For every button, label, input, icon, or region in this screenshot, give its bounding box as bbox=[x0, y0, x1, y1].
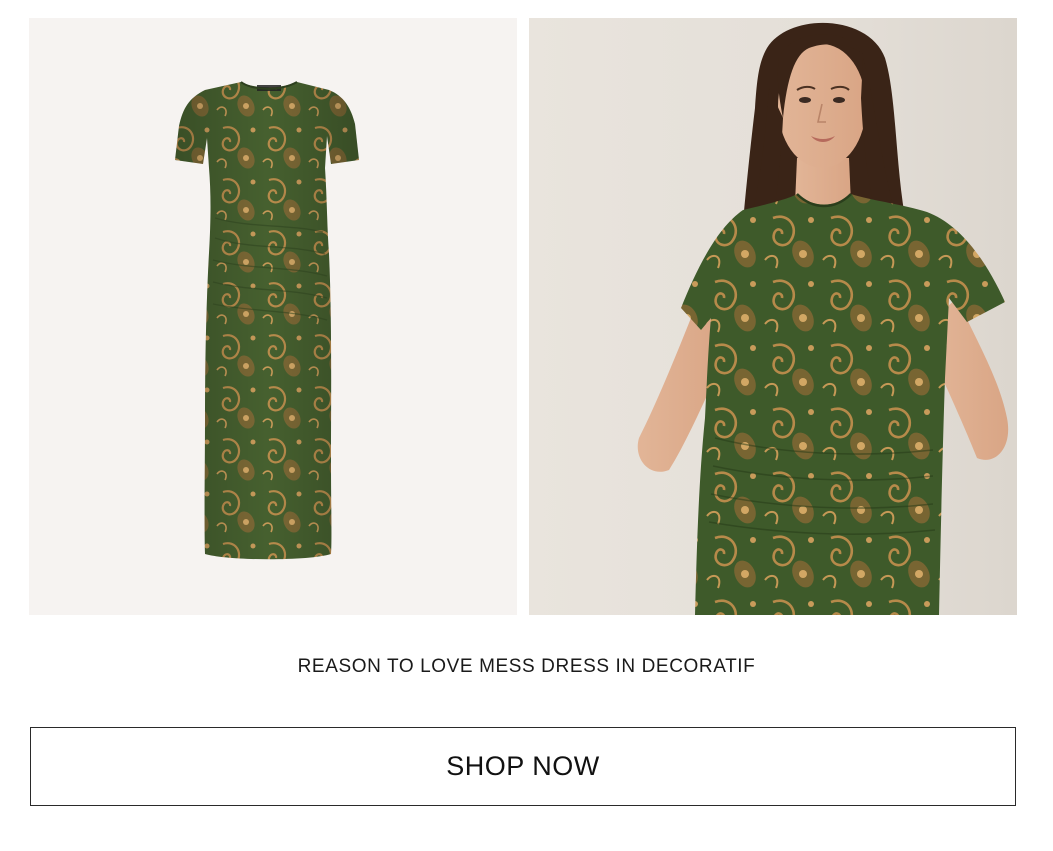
product-caption: REASON TO LOVE MESS DRESS IN DECORATIF bbox=[0, 656, 1053, 678]
model-portrait-icon bbox=[637, 22, 1009, 615]
product-flat-lay-image[interactable] bbox=[29, 18, 517, 615]
shop-now-label: SHOP NOW bbox=[446, 751, 600, 781]
caption-prefix: REASON TO LOVE bbox=[297, 656, 480, 677]
shop-now-button[interactable]: SHOP NOW bbox=[30, 727, 1016, 806]
caption-suffix: IN DECORATIF bbox=[609, 656, 756, 677]
paisley-dress-flat-icon bbox=[175, 81, 359, 560]
model-wearing-dress-image[interactable] bbox=[529, 18, 1017, 615]
product-name: MESS DRESS bbox=[479, 656, 610, 677]
